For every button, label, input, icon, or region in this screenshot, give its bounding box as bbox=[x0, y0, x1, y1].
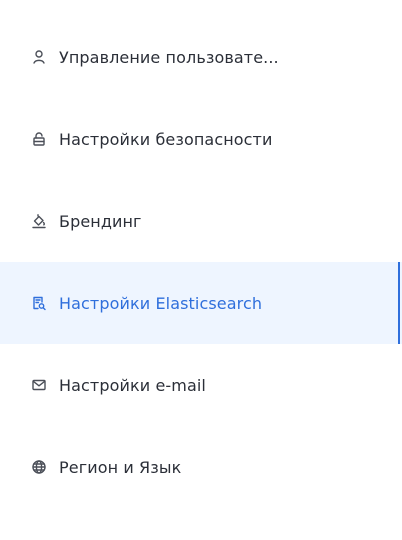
sidebar-item-label: Регион и Язык bbox=[59, 457, 182, 477]
sidebar-item-security-settings[interactable]: Настройки безопасности bbox=[0, 98, 402, 180]
sidebar-item-label: Настройки Elasticsearch bbox=[59, 293, 263, 313]
globe-icon bbox=[31, 459, 47, 475]
settings-menu: Управление пользовате... Настройки безоп… bbox=[0, 16, 402, 508]
sidebar-item-branding[interactable]: Брендинг bbox=[0, 180, 402, 262]
search-document-icon bbox=[31, 295, 47, 311]
sidebar-item-elasticsearch-settings[interactable]: Настройки Elasticsearch bbox=[0, 262, 402, 344]
sidebar-item-label: Брендинг bbox=[59, 211, 142, 231]
sidebar-item-user-management[interactable]: Управление пользовате... bbox=[0, 16, 402, 98]
sidebar-item-label: Управление пользовате... bbox=[59, 47, 279, 67]
sidebar-item-region-language[interactable]: Регион и Язык bbox=[0, 426, 402, 508]
sidebar-item-label: Настройки безопасности bbox=[59, 129, 273, 149]
settings-sidebar: Управление пользовате... Настройки безоп… bbox=[0, 0, 402, 540]
sidebar-item-email-settings[interactable]: Настройки e-mail bbox=[0, 344, 402, 426]
mail-icon bbox=[31, 377, 47, 393]
paint-bucket-icon bbox=[31, 213, 47, 229]
lock-icon bbox=[31, 131, 47, 147]
user-icon bbox=[31, 49, 47, 65]
sidebar-item-label: Настройки e-mail bbox=[59, 375, 206, 395]
